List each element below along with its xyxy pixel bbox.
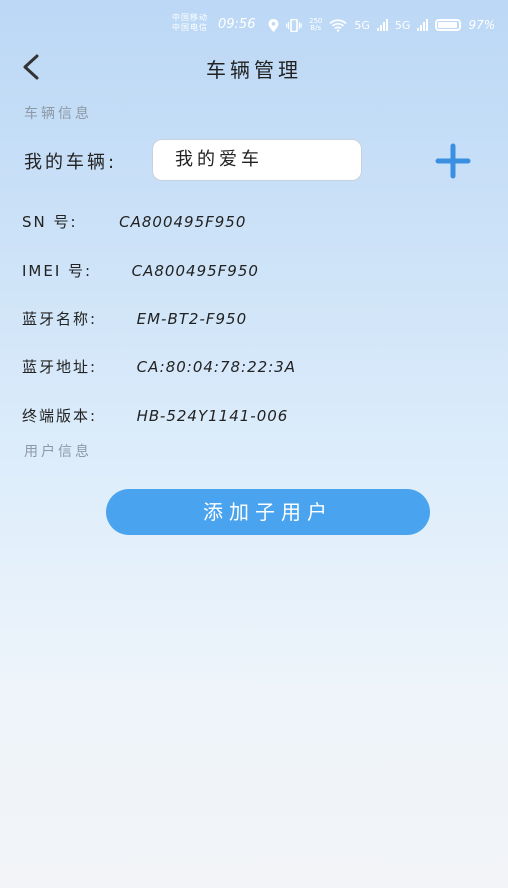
wifi-icon — [329, 18, 347, 32]
vibrate-icon — [286, 18, 302, 32]
carrier-1: 中国移动 — [172, 13, 208, 22]
net-speed: 250 B/s — [309, 18, 322, 32]
firmware-version-label: 终端版本: — [22, 407, 98, 425]
signal-bars-1 — [376, 19, 388, 31]
bluetooth-address-row: 蓝牙地址: CA:80:04:78:22:3A — [22, 356, 296, 377]
vehicle-info-section-title: 车辆信息 — [24, 106, 92, 122]
plus-icon — [435, 143, 471, 179]
bluetooth-address-label: 蓝牙地址: — [22, 358, 98, 376]
add-sub-user-button[interactable]: 添加子用户 — [106, 489, 430, 535]
signal-bars-2 — [417, 19, 429, 31]
bluetooth-name-row: 蓝牙名称: EM-BT2-F950 — [22, 308, 247, 329]
battery-icon — [435, 19, 462, 31]
network-type-2: 5G — [394, 18, 411, 32]
my-vehicle-label: 我的车辆: — [24, 152, 118, 173]
user-info-section-title: 用户信息 — [24, 444, 92, 460]
status-bar: 中国移动 中国电信 09:56 250 B/s 5G 5G 97% — [0, 0, 508, 50]
bluetooth-address-value: CA:80:04:78:22:3A — [136, 358, 297, 376]
bluetooth-name-label: 蓝牙名称: — [22, 310, 98, 328]
carrier-names: 中国移动 中国电信 — [172, 13, 208, 33]
sn-value: CA800495F950 — [119, 213, 247, 231]
firmware-version-row: 终端版本: HB-524Y1141-006 — [22, 405, 288, 426]
add-vehicle-button[interactable] — [434, 143, 472, 179]
imei-label: IMEI 号: — [22, 262, 93, 280]
location-pin-icon — [268, 18, 279, 32]
sn-row: SN 号: CA800495F950 — [22, 211, 246, 232]
firmware-version-value: HB-524Y1141-006 — [136, 407, 289, 425]
page-title: 车辆管理 — [206, 58, 302, 82]
sn-label: SN 号: — [22, 213, 78, 231]
battery-percent: 97% — [468, 18, 496, 32]
bluetooth-name-value: EM-BT2-F950 — [136, 310, 248, 328]
status-icons: 250 B/s 5G 5G 97% — [268, 17, 495, 33]
network-type-1: 5G — [354, 18, 370, 32]
vehicle-select[interactable]: 我的爱车 — [152, 139, 362, 181]
carrier-2: 中国电信 — [172, 23, 208, 32]
imei-value: CA800495F950 — [131, 262, 259, 280]
net-speed-unit: B/s — [310, 24, 322, 32]
status-time: 09:56 — [218, 17, 256, 32]
imei-row: IMEI 号: CA800495F950 — [22, 260, 259, 281]
